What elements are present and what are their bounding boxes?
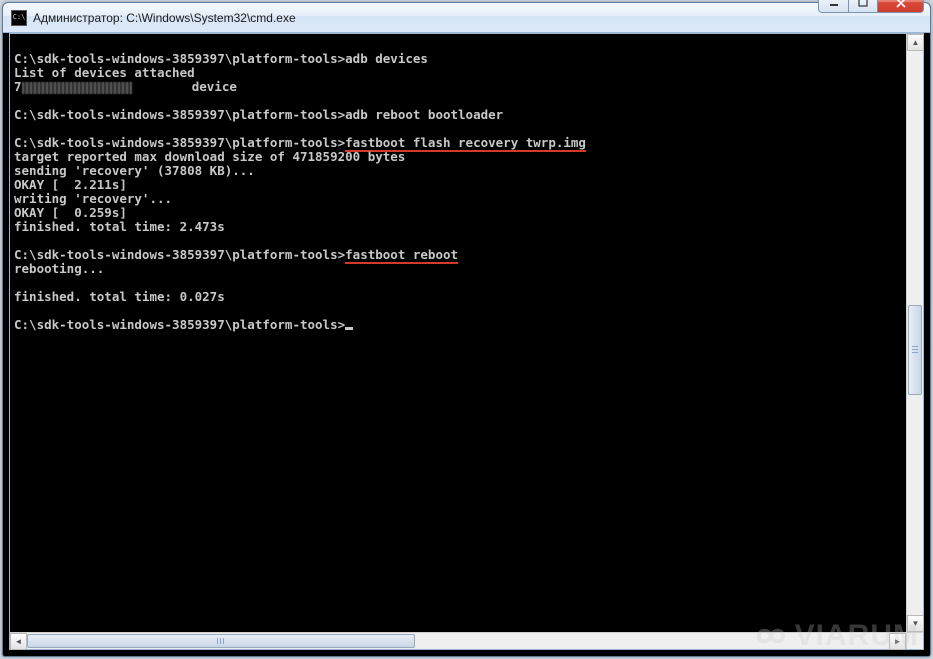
output-line: OKAY [ 2.211s] xyxy=(14,177,127,192)
cmd-adb-reboot: adb reboot bootloader xyxy=(345,107,503,122)
maximize-icon xyxy=(858,0,868,8)
output-line: List of devices attached xyxy=(14,65,195,80)
horizontal-scrollbar[interactable]: ◄ ► xyxy=(10,632,906,649)
console-output[interactable]: C:\sdk-tools-windows-3859397\platform-to… xyxy=(10,34,906,632)
prompt: C:\sdk-tools-windows-3859397\platform-to… xyxy=(14,135,345,150)
device-id-redacted xyxy=(22,82,132,94)
client-area: C:\sdk-tools-windows-3859397\platform-to… xyxy=(9,33,924,650)
output-line: device xyxy=(132,79,237,94)
prompt: C:\sdk-tools-windows-3859397\platform-to… xyxy=(14,317,345,332)
prompt: C:\sdk-tools-windows-3859397\platform-to… xyxy=(14,51,345,66)
close-icon xyxy=(895,0,907,8)
scrollbar-corner xyxy=(906,632,923,649)
minimize-button[interactable] xyxy=(818,0,848,13)
scroll-up-button[interactable]: ▲ xyxy=(907,34,924,51)
output-line: OKAY [ 0.259s] xyxy=(14,205,127,220)
maximize-button[interactable] xyxy=(848,0,878,13)
output-line: finished. total time: 0.027s xyxy=(14,289,225,304)
scroll-down-button[interactable]: ▼ xyxy=(907,615,924,632)
output-line: 7 xyxy=(14,79,22,94)
hscroll-thumb[interactable] xyxy=(27,634,415,648)
cursor xyxy=(345,327,353,330)
cmd-fastboot-reboot: fastboot reboot xyxy=(345,247,458,264)
vscroll-track[interactable] xyxy=(907,51,923,615)
output-line: writing 'recovery'... xyxy=(14,191,172,206)
close-button[interactable] xyxy=(878,0,924,13)
minimize-icon xyxy=(829,0,839,8)
window-title: Администратор: C:\Windows\System32\cmd.e… xyxy=(33,11,296,25)
hscroll-track[interactable] xyxy=(27,633,889,649)
cmd-window: Администратор: C:\Windows\System32\cmd.e… xyxy=(2,2,931,657)
cmd-adb-devices: adb devices xyxy=(345,51,428,66)
scroll-right-button[interactable]: ► xyxy=(889,633,906,650)
output-line: target reported max download size of 471… xyxy=(14,149,405,164)
vertical-scrollbar[interactable]: ▲ ▼ xyxy=(906,34,923,632)
window-controls xyxy=(818,0,924,13)
output-line: rebooting... xyxy=(14,261,104,276)
prompt: C:\sdk-tools-windows-3859397\platform-to… xyxy=(14,107,345,122)
prompt: C:\sdk-tools-windows-3859397\platform-to… xyxy=(14,247,345,262)
cmd-icon xyxy=(11,10,27,26)
console-wrap: C:\sdk-tools-windows-3859397\platform-to… xyxy=(10,34,923,649)
scroll-left-button[interactable]: ◄ xyxy=(10,633,27,650)
output-line: finished. total time: 2.473s xyxy=(14,219,225,234)
titlebar[interactable]: Администратор: C:\Windows\System32\cmd.e… xyxy=(3,3,930,33)
vscroll-thumb[interactable] xyxy=(908,305,922,395)
output-line: sending 'recovery' (37808 KB)... xyxy=(14,163,255,178)
